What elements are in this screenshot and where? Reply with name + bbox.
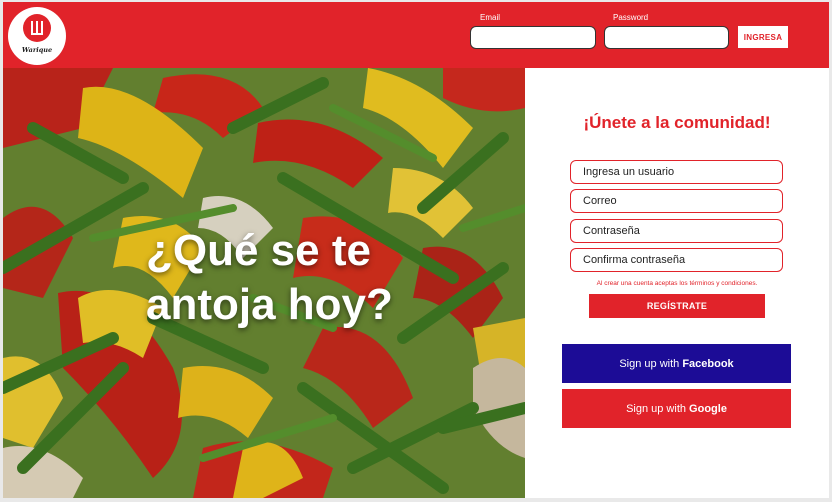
google-button-prefix: Sign up with bbox=[626, 402, 690, 415]
confirm-password-field[interactable] bbox=[570, 248, 783, 272]
facebook-signup-button[interactable]: Sign up with Facebook bbox=[562, 344, 791, 383]
password-label: Password bbox=[613, 13, 649, 22]
hero-headline: ¿Qué se te antoja hoy? bbox=[146, 224, 446, 332]
google-signup-button[interactable]: Sign up with Google bbox=[562, 389, 791, 428]
page: Warique Email Password INGRESA ¿Qué se t… bbox=[0, 0, 832, 502]
hero-line-2: antoja hoy? bbox=[146, 280, 393, 329]
logo-text: Warique bbox=[21, 46, 53, 54]
register-title: ¡Únete a la comunidad! bbox=[583, 113, 771, 132]
username-field[interactable] bbox=[570, 160, 783, 184]
email-field[interactable] bbox=[570, 189, 783, 213]
hero-image: ¿Qué se te antoja hoy? bbox=[3, 68, 525, 498]
email-label: Email bbox=[480, 13, 501, 22]
terms-text: Al crear una cuenta aceptas los términos… bbox=[596, 280, 758, 287]
password-field[interactable] bbox=[570, 219, 783, 243]
login-button[interactable]: INGRESA bbox=[738, 26, 788, 48]
top-header: Warique Email Password INGRESA bbox=[3, 2, 829, 68]
utensils-icon bbox=[23, 14, 51, 42]
google-button-brand: Google bbox=[689, 402, 727, 415]
register-button[interactable]: REGÍSTRATE bbox=[589, 294, 765, 318]
facebook-button-prefix: Sign up with bbox=[619, 357, 683, 370]
register-panel: ¡Únete a la comunidad! Al crear una cuen… bbox=[525, 68, 829, 498]
login-password-field[interactable] bbox=[604, 26, 729, 49]
hero-line-1: ¿Qué se te bbox=[146, 226, 371, 275]
logo[interactable]: Warique bbox=[8, 7, 66, 65]
login-email-field[interactable] bbox=[470, 26, 596, 49]
facebook-button-brand: Facebook bbox=[682, 357, 734, 370]
